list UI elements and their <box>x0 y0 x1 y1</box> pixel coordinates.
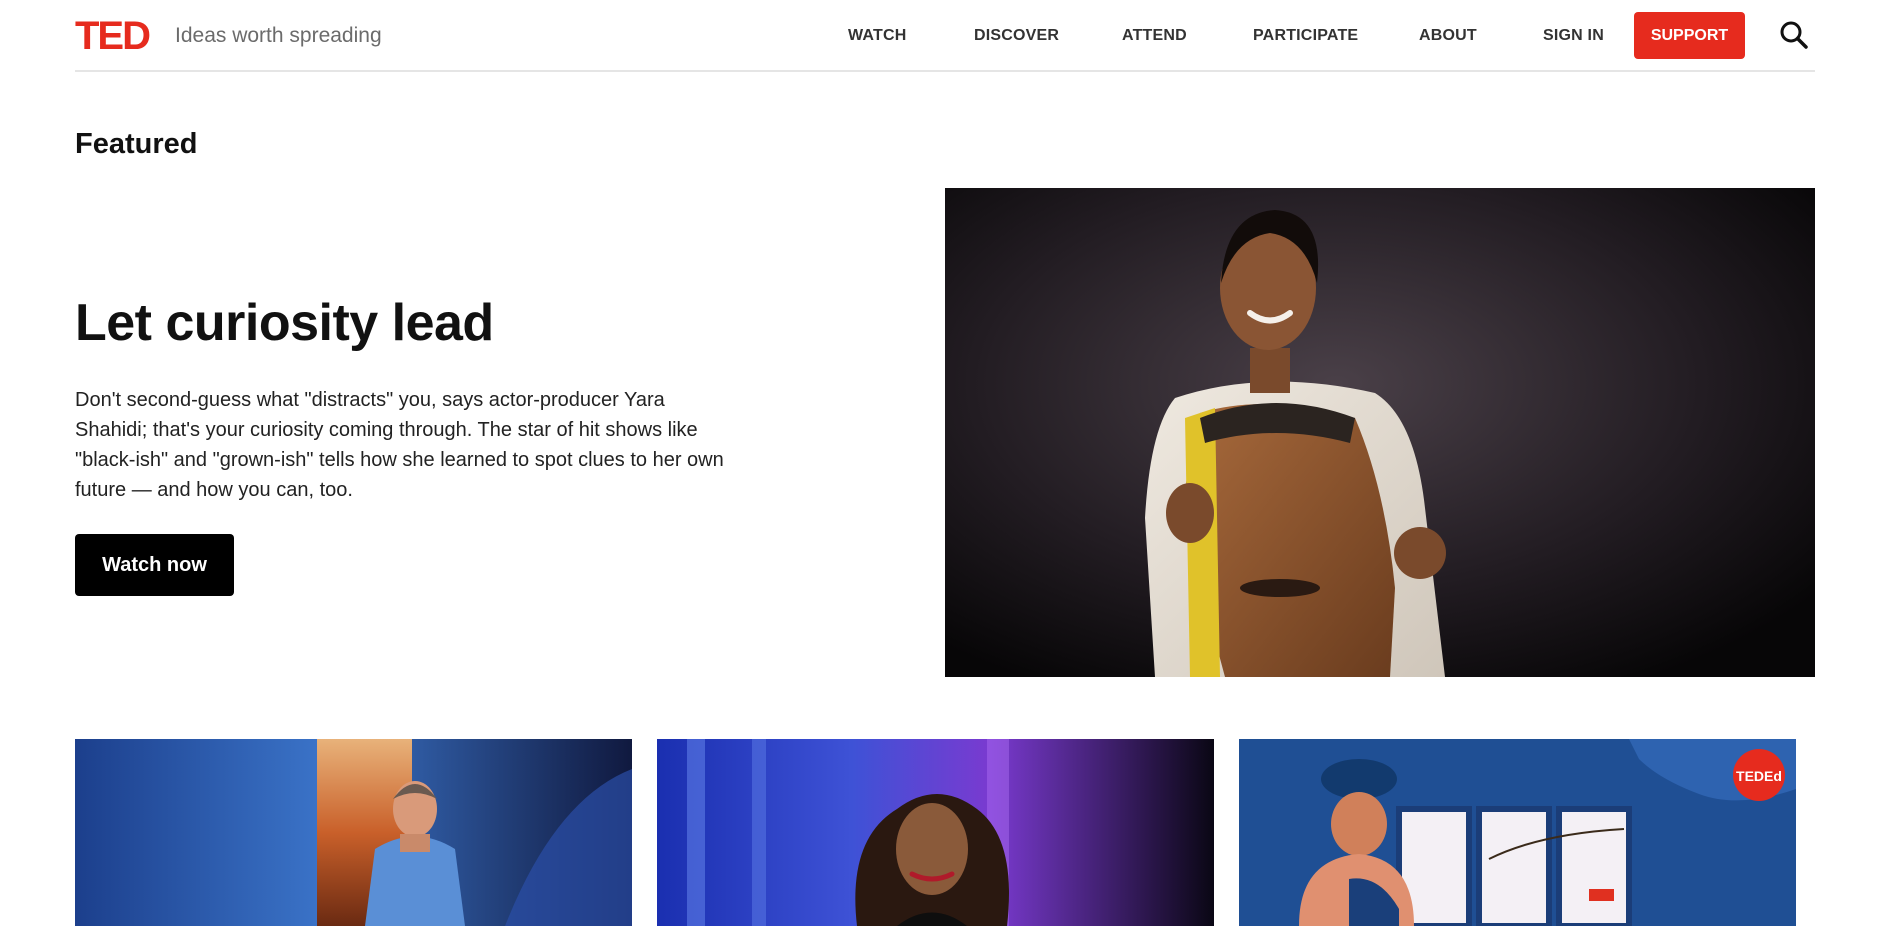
nav-attend[interactable]: ATTEND <box>1122 26 1187 46</box>
nav-sign-in[interactable]: SIGN IN <box>1543 26 1604 46</box>
featured-title[interactable]: Let curiosity lead <box>75 292 494 354</box>
search-icon[interactable] <box>1779 20 1809 50</box>
watch-now-button[interactable]: Watch now <box>75 534 234 596</box>
featured-description: Don't second-guess what "distracts" you,… <box>75 389 724 501</box>
nav-participate[interactable]: PARTICIPATE <box>1253 26 1358 46</box>
site-header: TED Ideas worth spreading WATCH DISCOVER… <box>75 0 1815 72</box>
nav-discover[interactable]: DISCOVER <box>974 26 1059 46</box>
tagline: Ideas worth spreading <box>175 24 382 47</box>
ted-ed-badge: TEDEd <box>1736 768 1782 784</box>
ted-logo[interactable]: TED <box>75 14 151 58</box>
nav-about[interactable]: ABOUT <box>1419 26 1477 46</box>
talk-card-2[interactable] <box>657 739 1214 926</box>
support-button[interactable]: SUPPORT <box>1634 12 1745 59</box>
section-title: Featured <box>75 128 198 160</box>
featured-image[interactable] <box>945 188 1815 677</box>
talk-card-1[interactable] <box>75 739 632 926</box>
page: TED Ideas worth spreading WATCH DISCOVER… <box>0 0 1888 926</box>
nav-watch[interactable]: WATCH <box>848 26 906 46</box>
ted-ed-card[interactable]: TEDEd <box>1239 739 1796 926</box>
